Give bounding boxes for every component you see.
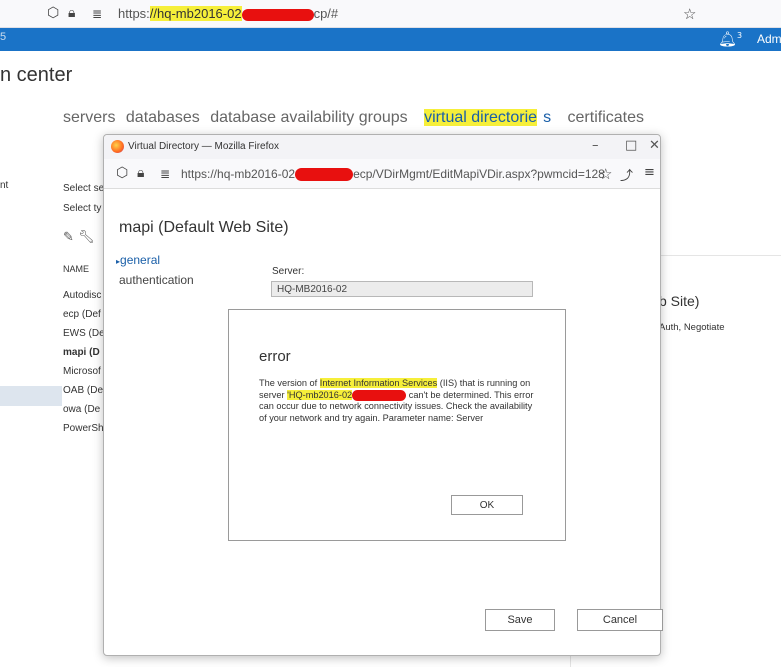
vdir-heading: mapi (Default Web Site) <box>119 219 289 236</box>
list-item-selected[interactable]: mapi (D <box>63 347 105 366</box>
tab-certificates[interactable]: certificates <box>568 109 644 126</box>
error-text-highlight: Internet Information Services <box>319 378 438 388</box>
lock-icon[interactable]: 🔒︎ <box>68 5 75 21</box>
bookmark-star-icon[interactable]: ☆ <box>683 5 696 23</box>
list-item[interactable]: Autodisc <box>63 290 105 309</box>
select-server-label: Select se <box>63 183 105 194</box>
shield-icon[interactable]: ⬡ <box>47 5 59 21</box>
server-tabs: servers databases database availability … <box>63 109 650 127</box>
cancel-button[interactable]: Cancel <box>577 609 663 631</box>
tab-vdir-rest: s <box>543 109 552 126</box>
left-nav-selection <box>0 386 62 406</box>
ok-button[interactable]: OK <box>451 495 523 515</box>
error-dialog: error The version of Internet Informatio… <box>228 309 566 541</box>
window-titlebar: Virtual Directory — Mozilla Firefox – □ … <box>104 135 660 159</box>
lock-icon[interactable]: 🔒︎ <box>137 165 144 181</box>
nav-general[interactable]: ▸general <box>116 253 160 267</box>
page-title: n center <box>0 64 73 86</box>
notification-count: 3 <box>737 31 743 40</box>
browser-urlbar: ⬡ 🔒︎ ≣ https://hq-mb2016-02 cp/# ☆ <box>0 0 781 28</box>
list-item[interactable]: EWS (De <box>63 328 105 347</box>
tab-servers[interactable]: servers <box>63 109 115 126</box>
left-nav-item[interactable]: nt <box>0 180 8 191</box>
nav-general-label: general <box>120 253 161 267</box>
error-message: The version of Internet Information Serv… <box>259 378 539 424</box>
details-auth: Auth, Negotiate <box>659 322 725 333</box>
share-icon[interactable]: ⤴ <box>620 165 633 184</box>
ecp-topbar: 5 🔔︎3 Adm <box>0 28 781 51</box>
close-icon[interactable]: ✕ <box>649 138 660 153</box>
maximize-icon[interactable]: □ <box>625 138 637 153</box>
url-prefix: https: <box>118 6 150 21</box>
list-item[interactable]: PowerSh <box>63 423 105 442</box>
list-item[interactable]: owa (De <box>63 404 105 423</box>
minimize-icon[interactable]: – <box>592 138 599 153</box>
firefox-icon <box>111 140 124 153</box>
tab-virtual-directories[interactable]: virtual directorie s <box>424 109 557 126</box>
wrench-icon[interactable]: 🔧︎ <box>78 230 95 245</box>
details-title: b Site) <box>659 293 700 309</box>
window-title: Virtual Directory — Mozilla Firefox <box>128 141 279 152</box>
nav-authentication[interactable]: authentication <box>119 273 194 287</box>
list-item[interactable]: Microsof <box>63 366 105 385</box>
redaction-mark <box>241 8 314 21</box>
shield-icon[interactable]: ⬡ <box>116 165 128 181</box>
edit-icon[interactable]: ✎ <box>63 230 74 245</box>
address-bar[interactable]: https://hq-mb2016-02 cp/# <box>118 6 338 21</box>
tab-dag[interactable]: database availability groups <box>210 109 407 126</box>
error-server-highlight: 'HQ-mb2016-02 <box>287 389 353 400</box>
admin-menu[interactable]: Adm <box>757 32 781 46</box>
popup-url-host: https://hq-mb2016-02 <box>181 167 296 181</box>
list-item[interactable]: OAB (De <box>63 385 105 404</box>
popup-address-bar[interactable]: https://hq-mb2016-02 ecp/VDirMgmt/EditMap… <box>181 167 605 182</box>
notification-bell-icon[interactable]: 🔔︎3 <box>718 30 742 48</box>
url-path: cp/# <box>313 6 339 21</box>
error-title: error <box>259 348 291 365</box>
redaction-mark <box>295 168 354 182</box>
tab-vdir-highlight: virtual directorie <box>424 109 538 126</box>
popup-url-path: ecp/VDirMgmt/EditMapiVDir.aspx?pwmcid=12… <box>353 167 605 181</box>
server-field: HQ-MB2016-02 <box>271 281 533 297</box>
save-button[interactable]: Save <box>485 609 555 631</box>
list-item[interactable]: ecp (Def <box>63 309 105 328</box>
error-text: The version of <box>259 378 320 388</box>
server-label: Server: <box>272 266 305 277</box>
topbar-number: 5 <box>0 31 7 43</box>
permissions-icon[interactable]: ≣ <box>92 7 102 21</box>
toolbar-icons: ✎ 🔧︎ <box>63 230 95 245</box>
popup-urlbar: ⬡ 🔒︎ ≣ https://hq-mb2016-02 ecp/VDirMgmt/… <box>104 159 660 189</box>
url-host: //hq-mb2016-02 <box>149 6 242 21</box>
bookmark-star-icon[interactable]: ☆ <box>599 165 612 183</box>
tab-databases[interactable]: databases <box>126 109 200 126</box>
select-type-label: Select ty <box>63 203 102 214</box>
permissions-icon[interactable]: ≣ <box>160 167 170 181</box>
menu-icon[interactable]: ≡ <box>644 165 655 180</box>
name-column-header[interactable]: NAME <box>63 264 89 274</box>
redaction-mark <box>352 389 407 401</box>
vdir-list: Autodisc ecp (Def EWS (De mapi (D Micros… <box>63 290 105 442</box>
